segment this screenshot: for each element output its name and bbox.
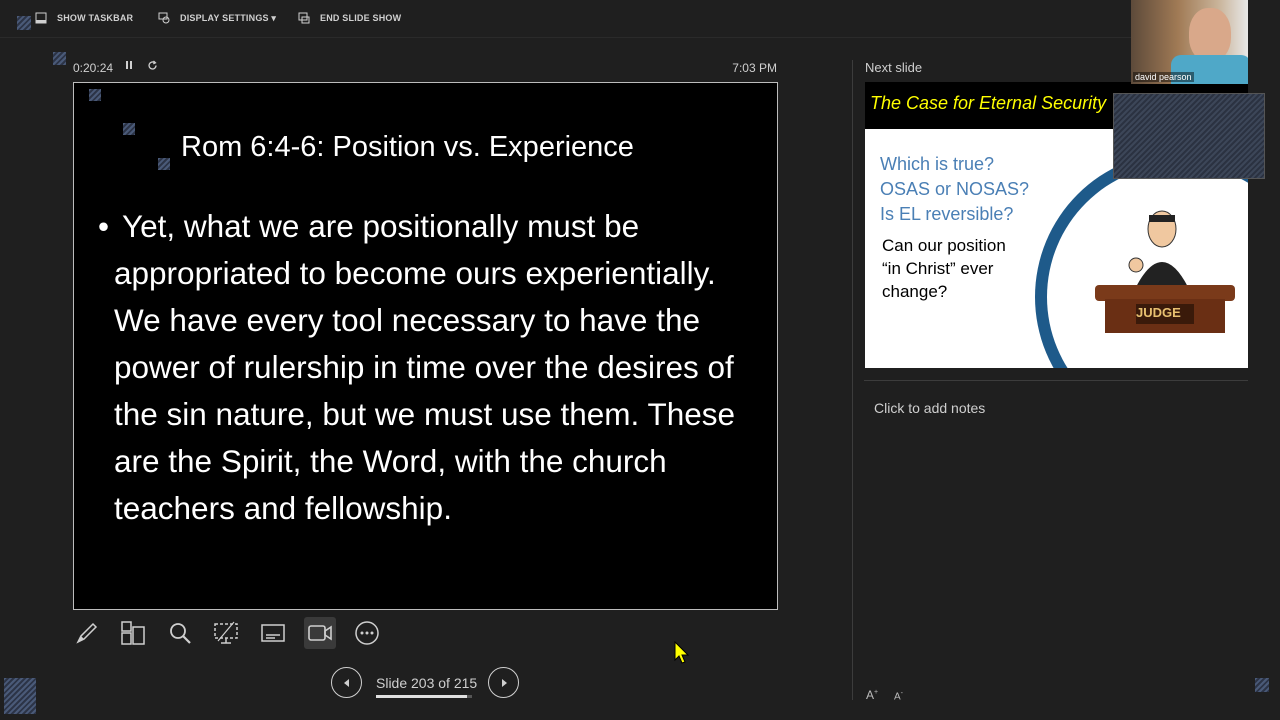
pane-divider[interactable] xyxy=(852,60,853,700)
display-settings-icon xyxy=(158,12,170,24)
notes-divider xyxy=(864,380,1248,381)
webcam-feed: david pearson xyxy=(1131,0,1248,84)
toolbar-divider xyxy=(0,37,1135,38)
overlay-marker xyxy=(1255,678,1269,692)
restart-timer-icon[interactable] xyxy=(147,60,158,74)
pen-icon[interactable] xyxy=(71,617,103,649)
show-taskbar-button[interactable]: SHOW TASKBAR xyxy=(35,12,133,24)
end-slide-show-button[interactable]: END SLIDE SHOW xyxy=(298,12,401,24)
increase-font-button[interactable]: A+ xyxy=(866,688,878,702)
slide-progress-bar xyxy=(376,695,472,698)
next-slide-button[interactable] xyxy=(488,667,519,698)
end-slide-show-label: END SLIDE SHOW xyxy=(320,13,402,23)
next-slide-title: The Case for Eternal Security xyxy=(870,93,1107,113)
overlay-marker xyxy=(17,16,31,30)
bullet: • xyxy=(98,208,110,244)
next-slide-body-line: change? xyxy=(882,282,948,301)
overlay-marker xyxy=(4,678,36,714)
decrease-font-button[interactable]: A- xyxy=(894,690,903,702)
speaker-notes[interactable]: Click to add notes xyxy=(874,400,985,416)
next-slide-question: Is EL reversible? xyxy=(880,204,1014,224)
zoom-icon[interactable] xyxy=(164,617,196,649)
elapsed-timer: 0:20:24 xyxy=(73,61,114,75)
judge-label: JUDGE xyxy=(1136,305,1181,320)
mouse-pointer-icon xyxy=(674,640,690,670)
end-show-icon xyxy=(298,12,310,24)
pause-timer-icon[interactable] xyxy=(125,60,134,73)
see-all-slides-icon[interactable] xyxy=(117,617,149,649)
next-slide-question: OSAS or NOSAS? xyxy=(880,179,1030,199)
next-slide-body-line: Can our position xyxy=(882,236,1006,255)
slide-body: • Yet, what we are positionally must be … xyxy=(98,203,748,532)
show-taskbar-label: SHOW TASKBAR xyxy=(57,13,134,23)
clock: 7:03 PM xyxy=(732,61,777,75)
previous-slide-button[interactable] xyxy=(331,667,362,698)
next-arrow-icon xyxy=(501,678,507,687)
slide-title: Rom 6:4-6: Position vs. Experience xyxy=(181,131,634,163)
taskbar-icon xyxy=(35,12,47,24)
display-settings-button[interactable]: DISPLAY SETTINGS ▾ xyxy=(158,12,276,24)
camera-icon[interactable] xyxy=(304,617,336,649)
judge-clipart xyxy=(1090,207,1240,342)
overlay-marker xyxy=(158,158,170,170)
display-settings-label: DISPLAY SETTINGS ▾ xyxy=(180,12,277,23)
slide-progress-fill xyxy=(376,695,467,698)
previous-arrow-icon xyxy=(343,678,349,687)
next-slide-question: Which is true? xyxy=(880,154,995,174)
webcam-name: david pearson xyxy=(1133,72,1194,82)
overlay-marker xyxy=(89,89,101,101)
overlay-marker xyxy=(123,123,135,135)
overlay-marker xyxy=(53,52,66,65)
slide-counter[interactable]: Slide 203 of 215 xyxy=(376,675,477,691)
webcam-person xyxy=(1189,8,1231,62)
video-overlay-box xyxy=(1113,93,1265,179)
next-slide-body-line: “in Christ” ever xyxy=(882,259,994,278)
more-options-icon[interactable] xyxy=(351,617,383,649)
next-slide-label: Next slide xyxy=(865,60,923,75)
subtitles-icon[interactable] xyxy=(257,617,289,649)
slide-bullet-text: Yet, what we are positionally must be ap… xyxy=(114,208,736,526)
current-slide[interactable]: Rom 6:4-6: Position vs. Experience • Yet… xyxy=(73,82,778,610)
black-screen-icon[interactable] xyxy=(210,617,242,649)
